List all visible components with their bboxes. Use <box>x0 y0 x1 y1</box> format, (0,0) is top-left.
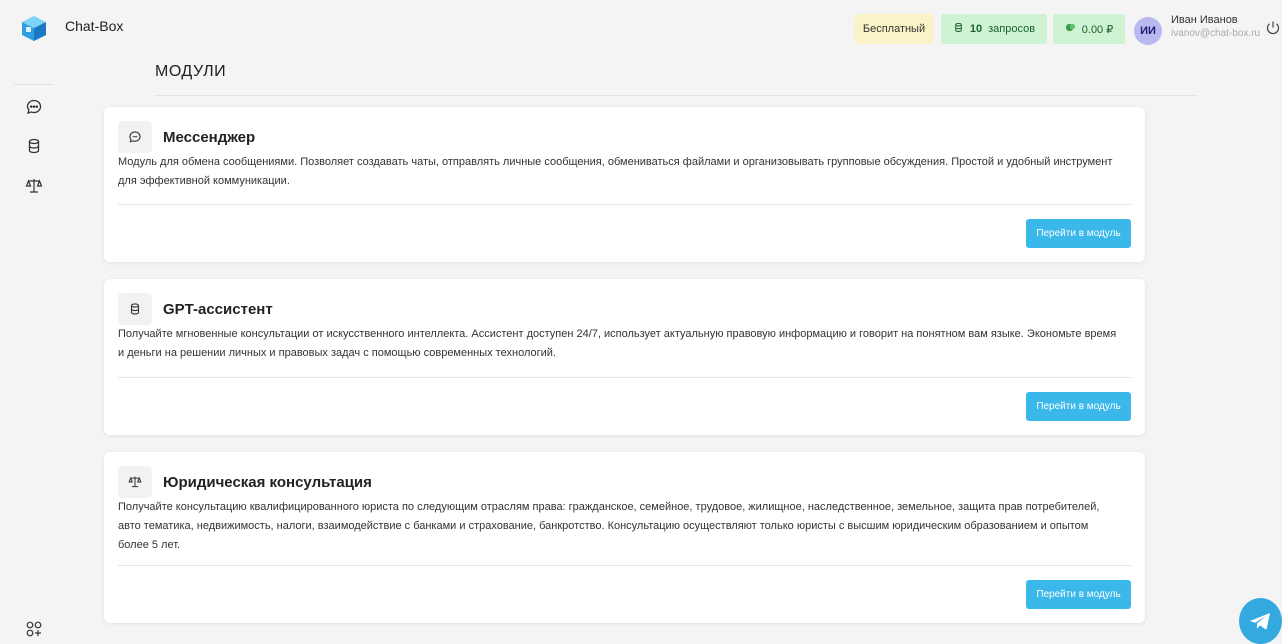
module-title: GPT-ассистент <box>163 301 273 318</box>
logout-power-icon[interactable] <box>1265 20 1281 36</box>
module-card-legal-consultation: Юридическая консультация Получайте консу… <box>104 452 1145 623</box>
page-title: МОДУЛИ <box>155 63 227 80</box>
module-description-line: Получайте мгновенные консультации от иск… <box>118 328 1117 340</box>
open-module-button[interactable]: Перейти в модуль <box>1026 392 1131 421</box>
title-divider <box>155 95 1197 96</box>
open-module-button[interactable]: Перейти в модуль <box>1026 219 1131 248</box>
balance-value: 0.00 ₽ <box>1081 23 1114 36</box>
module-description: Получайте консультацию квалифицированног… <box>118 498 1138 555</box>
module-description-line: Получайте консультацию квалифицированног… <box>118 501 1100 513</box>
module-card-gpt-assistant: GPT-ассистент Получайте мгновенные консу… <box>104 279 1145 435</box>
module-title: Мессенджер <box>163 129 256 146</box>
card-divider <box>118 204 1131 205</box>
user-email: ivanov@chat-box.ru <box>1171 28 1261 39</box>
module-description-line: для эффективной коммуникации. <box>118 175 290 187</box>
database-icon <box>953 22 964 36</box>
requests-count: 10 <box>969 23 983 35</box>
plan-badge[interactable]: Бесплатный <box>855 14 933 44</box>
module-description-line: более 5 лет. <box>118 539 181 551</box>
scales-icon[interactable] <box>25 177 43 195</box>
plan-label: Бесплатный <box>862 23 926 35</box>
open-module-button[interactable]: Перейти в модуль <box>1026 580 1131 609</box>
requests-badge[interactable]: 10 запросов <box>941 14 1047 44</box>
database-icon[interactable] <box>25 137 43 155</box>
money-icon <box>1065 22 1076 36</box>
module-description-line: и деньги на решении личных и правовых за… <box>118 347 556 359</box>
module-description: Получайте мгновенные консультации от иск… <box>118 325 1138 363</box>
app-logo-icon[interactable] <box>20 14 48 42</box>
balance-badge[interactable]: 0.00 ₽ <box>1053 14 1125 44</box>
avatar[interactable]: ИИ <box>1134 17 1162 45</box>
chat-bubble-icon[interactable] <box>25 98 43 116</box>
chat-bubble-icon <box>118 121 152 153</box>
module-card-messenger: Мессенджер Модуль для обмена сообщениями… <box>104 107 1145 262</box>
module-description-line: Модуль для обмена сообщениями. Позволяет… <box>118 156 1113 168</box>
card-divider <box>118 565 1131 566</box>
telegram-icon[interactable] <box>1239 598 1282 644</box>
requests-label: запросов <box>988 23 1036 35</box>
module-title: Юридическая консультация <box>163 474 372 491</box>
sidebar-divider <box>14 84 54 85</box>
card-divider <box>118 377 1131 378</box>
sidebar <box>0 0 68 644</box>
user-name: Иван Иванов <box>1171 14 1238 26</box>
database-icon <box>118 293 152 325</box>
module-description-line: авто тематика, недвижимость, налоги, вза… <box>118 520 1089 532</box>
app-title: Chat-Box <box>65 18 124 34</box>
add-module-icon[interactable] <box>25 620 43 638</box>
scales-icon <box>118 466 152 498</box>
module-description: Модуль для обмена сообщениями. Позволяет… <box>118 153 1138 191</box>
